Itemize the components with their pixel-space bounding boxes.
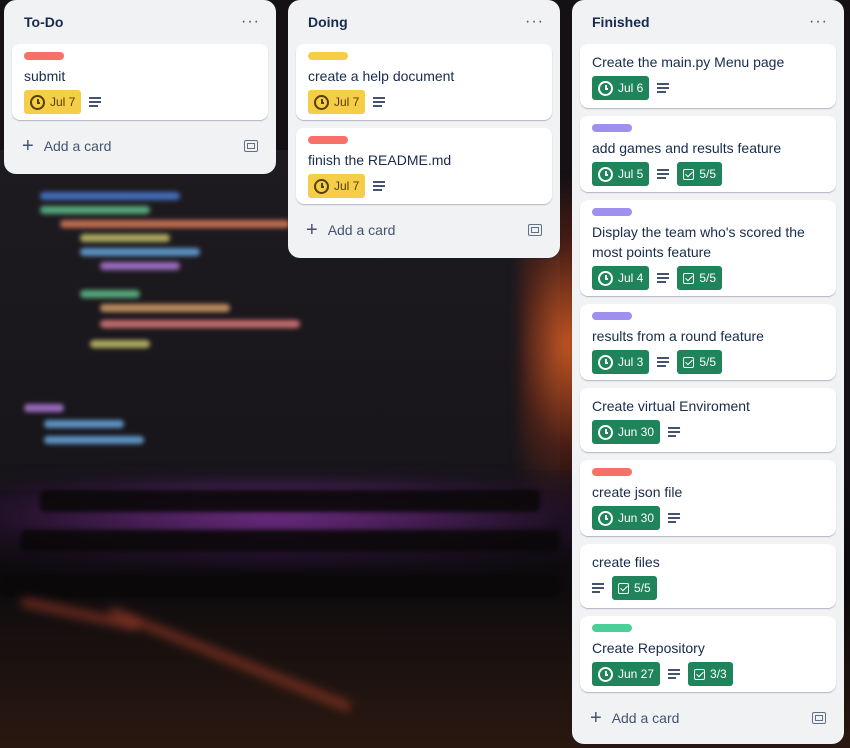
due-date-badge[interactable]: Jul 6 [592, 76, 650, 100]
card-label [592, 312, 632, 320]
due-date-badge[interactable]: Jun 30 [592, 506, 661, 530]
add-card-label: Add a card [611, 710, 680, 726]
clock-icon [30, 94, 45, 110]
card-create-repository[interactable]: Create Repository Jun 27 3/3 [580, 616, 836, 692]
description-icon [668, 669, 681, 679]
card-title: create a help document [308, 68, 455, 84]
checklist-badge: 5/5 [677, 162, 723, 186]
checklist-icon [618, 582, 629, 594]
card-label [592, 124, 632, 132]
card-title: create json file [592, 484, 683, 500]
card-title: create files [592, 554, 660, 570]
card-title: Create Repository [592, 640, 705, 656]
checklist-icon [694, 668, 706, 680]
card-title: finish the README.md [308, 152, 452, 168]
list-menu-icon[interactable]: ··· [525, 14, 544, 30]
list-to-do: To-Do ··· submit Jul 7 + Add a card [4, 0, 276, 174]
due-date-badge[interactable]: Jul 4 [592, 266, 650, 290]
description-icon [592, 583, 604, 593]
clock-icon [598, 270, 613, 286]
add-card-button[interactable]: + Add a card [580, 700, 836, 736]
add-card-label: Add a card [43, 138, 112, 154]
card-title: Create the main.py Menu page [592, 54, 785, 70]
card-label [592, 468, 632, 476]
checklist-icon [683, 168, 695, 180]
list-menu-icon[interactable]: ··· [809, 14, 828, 30]
template-icon[interactable] [528, 224, 542, 236]
description-icon [89, 97, 102, 107]
description-icon [373, 97, 386, 107]
template-icon[interactable] [812, 712, 826, 724]
clock-icon [598, 424, 613, 440]
due-date-badge[interactable]: Jun 27 [592, 662, 661, 686]
clock-icon [314, 178, 329, 194]
list-finished: Finished ··· Create the main.py Menu pag… [572, 0, 844, 744]
list-title: Finished [592, 14, 650, 30]
clock-icon [598, 354, 613, 370]
card-create-json-file[interactable]: create json file Jun 30 [580, 460, 836, 536]
list-header: Finished ··· [572, 0, 844, 44]
card-create-virtual-environment[interactable]: Create virtual Enviroment Jun 30 [580, 388, 836, 452]
card-title: Create virtual Enviroment [592, 398, 750, 414]
template-icon[interactable] [244, 140, 258, 152]
clock-icon [598, 80, 613, 96]
add-card-label: Add a card [327, 222, 396, 238]
description-icon [657, 83, 670, 93]
due-date-badge[interactable]: Jul 7 [308, 90, 366, 114]
clock-icon [314, 94, 329, 110]
card-label [592, 208, 632, 216]
checklist-badge: 3/3 [688, 662, 733, 686]
description-icon [657, 273, 670, 283]
card-title: results from a round feature [592, 328, 764, 344]
card-add-games-results[interactable]: add games and results feature Jul 5 5/5 [580, 116, 836, 192]
checklist-badge: 5/5 [677, 350, 723, 374]
description-icon [668, 513, 681, 523]
clock-icon [598, 510, 613, 526]
due-date-badge[interactable]: Jul 3 [592, 350, 650, 374]
plus-icon: + [306, 219, 318, 241]
card-submit[interactable]: submit Jul 7 [12, 44, 268, 120]
card-create-files[interactable]: create files 5/5 [580, 544, 836, 608]
card-create-help-document[interactable]: create a help document Jul 7 [296, 44, 552, 120]
card-title: submit [24, 68, 66, 84]
card-title: Display the team who's scored the most p… [592, 224, 805, 260]
list-menu-icon[interactable]: ··· [241, 14, 260, 30]
due-date-badge[interactable]: Jun 30 [592, 420, 661, 444]
list-doing: Doing ··· create a help document Jul 7 f… [288, 0, 560, 258]
card-title: add games and results feature [592, 140, 782, 156]
clock-icon [598, 166, 613, 182]
due-date-badge[interactable]: Jul 7 [24, 90, 82, 114]
add-card-button[interactable]: + Add a card [296, 212, 552, 248]
checklist-badge: 5/5 [677, 266, 723, 290]
checklist-icon [683, 272, 695, 284]
card-label [24, 52, 64, 60]
description-icon [373, 181, 386, 191]
list-title: Doing [308, 14, 348, 30]
due-date-badge[interactable]: Jul 7 [308, 174, 366, 198]
card-label [592, 624, 632, 632]
card-label [308, 52, 348, 60]
card-finish-readme[interactable]: finish the README.md Jul 7 [296, 128, 552, 204]
list-header: To-Do ··· [4, 0, 276, 44]
card-results-from-round[interactable]: results from a round feature Jul 3 5/5 [580, 304, 836, 380]
description-icon [657, 357, 670, 367]
add-card-button[interactable]: + Add a card [12, 128, 268, 164]
due-date-badge[interactable]: Jul 5 [592, 162, 650, 186]
card-display-team-most-points[interactable]: Display the team who's scored the most p… [580, 200, 836, 296]
clock-icon [598, 666, 613, 682]
checklist-icon [683, 356, 695, 368]
list-title: To-Do [24, 14, 64, 30]
list-header: Doing ··· [288, 0, 560, 44]
plus-icon: + [22, 135, 34, 157]
description-icon [657, 169, 670, 179]
card-create-main-menu[interactable]: Create the main.py Menu page Jul 6 [580, 44, 836, 108]
plus-icon: + [590, 707, 602, 729]
checklist-badge: 5/5 [612, 576, 657, 600]
description-icon [668, 427, 681, 437]
card-label [308, 136, 348, 144]
